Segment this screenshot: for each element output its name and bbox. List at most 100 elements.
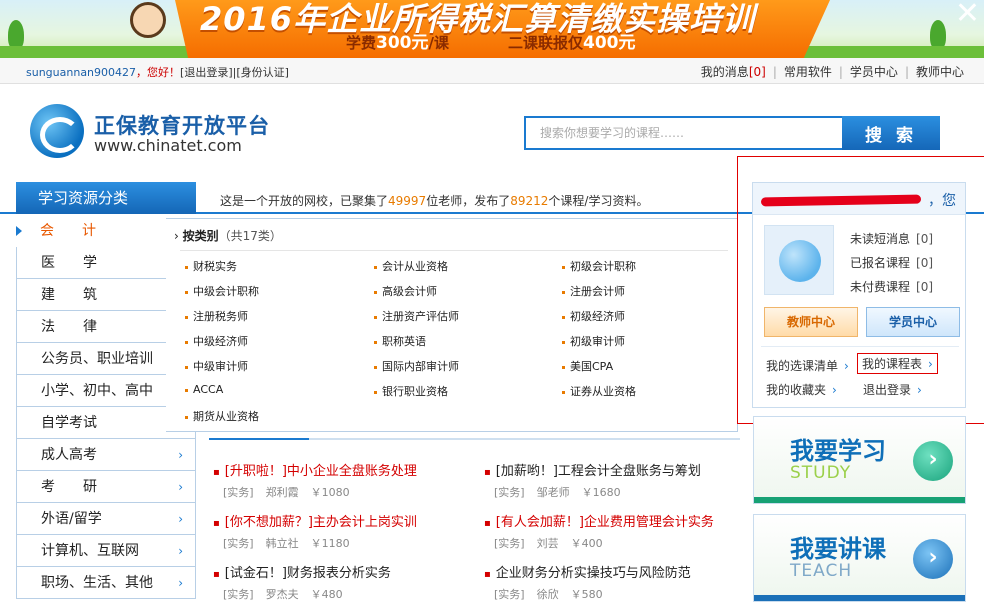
divider: [761, 346, 959, 347]
enrolled-courses[interactable]: 已报名课程 [0]: [850, 254, 933, 271]
search-bar: 搜 索: [524, 116, 940, 150]
chevron-right-icon: ›: [178, 512, 183, 526]
top-nav: sunguannan900427，您好！[退出登录]|[身份认证] 我的消息[0…: [0, 58, 984, 84]
teacher-center-button[interactable]: 教师中心: [764, 307, 858, 337]
teacher-center-link[interactable]: 教师中心: [916, 65, 964, 79]
course-item[interactable]: [升职啦！]中小企业全盘账务处理 [实务]郑利霞￥1080: [213, 460, 483, 500]
chevron-right-icon: ›: [178, 480, 183, 494]
student-center-link[interactable]: 学员中心: [850, 65, 898, 79]
platform-notice: 这是一个开放的网校，已聚集了49997位老师，发布了89212个课程/学习资料。: [220, 194, 649, 208]
course-item[interactable]: [加薪哟！]工程会计全盘账务与筹划 [实务]邹老师￥1680: [484, 460, 754, 500]
teach-promo-button[interactable]: 我要讲课 TEACH ›: [753, 514, 966, 602]
course-item[interactable]: 企业财务分析实操技巧与风险防范 [实务]徐欣￥580: [484, 562, 754, 602]
study-promo-button[interactable]: 我要学习 STUDY ›: [753, 416, 966, 504]
subcategory-link[interactable]: 注册税务师: [185, 308, 248, 324]
teach-title: 我要讲课: [790, 535, 886, 563]
logo-url: www.chinatet.com: [94, 136, 242, 155]
course-title[interactable]: [试金石！]财务报表分析实务: [213, 562, 483, 581]
active-tab-indicator: [209, 438, 309, 440]
subcategory-link[interactable]: 会计从业资格: [374, 258, 448, 274]
unpaid-courses[interactable]: 未付费课程 [0]: [850, 278, 933, 295]
banner-combo: 二课联报仅400元: [508, 33, 636, 53]
course-meta: [实务] 郑利霞 ￥1080: [223, 486, 350, 499]
chevron-right-icon: ›: [178, 576, 183, 590]
subcategory-link[interactable]: 美国CPA: [562, 358, 613, 374]
student-center-button[interactable]: 学员中心: [866, 307, 960, 337]
course-meta: [实务] 韩立社 ￥1180: [223, 537, 350, 550]
close-icon[interactable]: ✕: [955, 0, 980, 31]
course-title[interactable]: [升职啦！]中小企业全盘账务处理: [213, 460, 483, 479]
subcategory-link[interactable]: 期货从业资格: [185, 408, 259, 424]
schedule-link[interactable]: 我的课程表 ›: [857, 353, 938, 374]
study-subtitle: STUDY: [790, 463, 852, 483]
banner-title: 2016年企业所得税汇算清缴实操培训: [200, 0, 756, 38]
subcategory-link[interactable]: 国际内部审计师: [374, 358, 459, 374]
subcategory-link[interactable]: ACCA: [185, 383, 223, 396]
course-title[interactable]: [加薪哟！]工程会计全盘账务与筹划: [484, 460, 754, 479]
subcategory-link[interactable]: 职称英语: [374, 333, 426, 349]
subcategory-link[interactable]: 银行职业资格: [374, 383, 448, 399]
subcategory-link[interactable]: 注册资产评估师: [374, 308, 459, 324]
course-meta: [实务] 邹老师 ￥1680: [494, 486, 621, 499]
greeting-text: ，您好！: [136, 66, 181, 79]
course-item[interactable]: [试金石！]财务报表分析实务 [实务]罗杰夫￥480: [213, 562, 483, 602]
category-header: 学习资源分类: [16, 182, 196, 214]
favorites-link[interactable]: 我的收藏夹 ›: [766, 381, 837, 398]
category-item-adult-exam[interactable]: 成人高考 ›: [16, 439, 196, 471]
top-links: 我的消息[0] | 常用软件 | 学员中心 | 教师中心: [700, 65, 964, 79]
course-title[interactable]: [有人会加薪！]企业费用管理会计实务: [484, 511, 754, 530]
logout-link[interactable]: [退出登录]: [180, 66, 233, 79]
category-item-language[interactable]: 外语/留学 ›: [16, 503, 196, 535]
category-item-computer[interactable]: 计算机、互联网 ›: [16, 535, 196, 567]
divider: [180, 250, 728, 251]
subcategory-link[interactable]: 中级审计师: [185, 358, 248, 374]
course-item[interactable]: [你不想加薪？]主办会计上岗实训 [实务]韩立社￥1180: [213, 511, 483, 551]
subcategory-panel: › 按类别（共17类） 财税实务 会计从业资格 初级会计职称 中级会计职称 高级…: [166, 218, 738, 432]
search-input[interactable]: [524, 116, 842, 150]
software-link[interactable]: 常用软件: [784, 65, 832, 79]
promo-bottom-bar: [754, 497, 965, 503]
subcategory-link[interactable]: 初级审计师: [562, 333, 625, 349]
unread-messages[interactable]: 未读短消息 [0]: [850, 230, 933, 247]
subcategory-link[interactable]: 初级会计职称: [562, 258, 636, 274]
banner-fee: 学费300元/课: [346, 33, 449, 53]
messages-link[interactable]: 我的消息[0]: [701, 65, 766, 79]
search-button[interactable]: 搜 索: [842, 116, 940, 150]
course-item[interactable]: [有人会加薪！]企业费用管理会计实务 [实务]刘芸￥400: [484, 511, 754, 551]
subcategory-link[interactable]: 中级经济师: [185, 333, 248, 349]
avatar[interactable]: [764, 225, 834, 295]
subcategory-link[interactable]: 中级会计职称: [185, 283, 259, 299]
teach-subtitle: TEACH: [790, 561, 853, 581]
user-panel: ，您 未读短消息 [0] 已报名课程 [0] 未付费课程 [0] 教师中心 学员中心 …: [752, 182, 966, 408]
verify-link[interactable]: |[身份认证]: [233, 66, 289, 79]
course-title[interactable]: 企业财务分析实操技巧与风险防范: [484, 562, 754, 581]
category-item-career[interactable]: 职场、生活、其他 ›: [16, 567, 196, 599]
subcategory-link[interactable]: 注册会计师: [562, 283, 625, 299]
arrow-right-icon: ›: [913, 441, 953, 481]
logo-icon: [30, 104, 84, 158]
site-logo[interactable]: 正保教育开放平台 www.chinatet.com: [30, 104, 270, 160]
course-tab-line: [209, 438, 740, 440]
course-cart-link[interactable]: 我的选课清单 ›: [766, 357, 849, 374]
course-meta: [实务] 刘芸 ￥400: [494, 537, 603, 550]
promo-bottom-bar: [754, 595, 965, 601]
subcategory-link[interactable]: 财税实务: [185, 258, 237, 274]
chevron-right-icon: ›: [178, 544, 183, 558]
study-title: 我要学习: [790, 437, 886, 465]
course-meta: [实务] 徐欣 ￥580: [494, 588, 603, 601]
redacted-username: [760, 194, 922, 207]
avatar-icon: [779, 240, 821, 282]
subcategory-link[interactable]: 初级经济师: [562, 308, 625, 324]
username-link[interactable]: sunguannan900427: [26, 66, 136, 79]
subcategory-link[interactable]: 证券从业资格: [562, 383, 636, 399]
subcategory-link[interactable]: 高级会计师: [374, 283, 437, 299]
course-title[interactable]: [你不想加薪？]主办会计上岗实训: [213, 511, 483, 530]
logout-link[interactable]: 退出登录 ›: [863, 381, 922, 398]
user-greeting: sunguannan900427，您好！[退出登录]|[身份认证]: [26, 64, 289, 80]
user-panel-header: ，您: [753, 183, 965, 215]
category-item-postgrad[interactable]: 考 研 ›: [16, 471, 196, 503]
panel-heading: › 按类别（共17类）: [174, 229, 282, 243]
chevron-right-icon: ›: [178, 448, 183, 462]
promo-banner[interactable]: 2016年企业所得税汇算清缴实操培训 学费300元/课 二课联报仅400元 ✕: [0, 0, 984, 58]
mascot-icon: [130, 2, 166, 38]
